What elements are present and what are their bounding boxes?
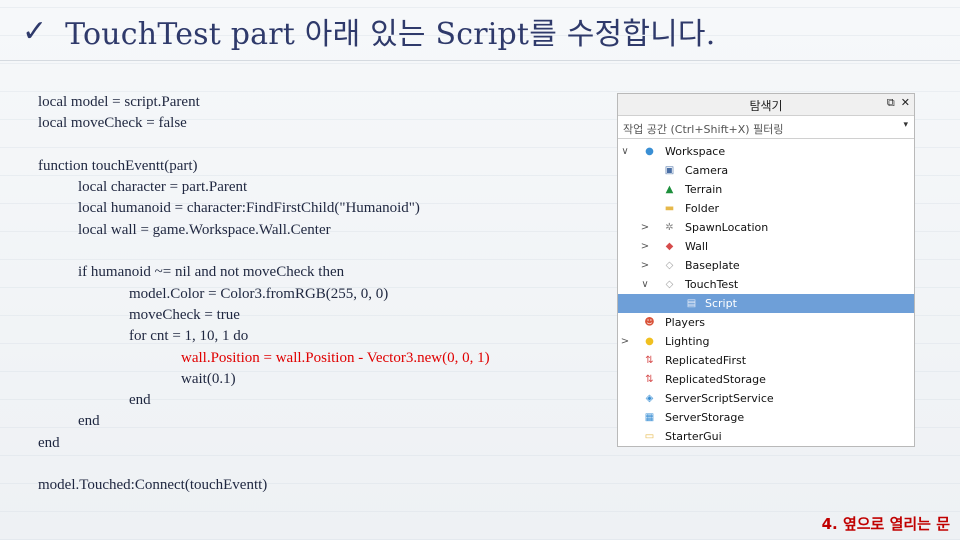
- tree-item-label: ReplicatedFirst: [665, 354, 747, 367]
- explorer-tree: ∨ ● Workspace ▣ Camera ▲ Terrain ▬ Folder > ✲ Spawn…: [618, 139, 914, 446]
- explorer-panel: 탐색기 ⧉ ✕ 작업 공간 (Ctrl+Shift+X) 필터링 ▾ ∨ ● Wor…: [617, 93, 915, 447]
- close-icon[interactable]: ✕: [901, 96, 910, 110]
- tree-item-camera[interactable]: ▣ Camera: [618, 161, 914, 180]
- explorer-title: 탐색기: [749, 99, 783, 113]
- code-line: end: [78, 413, 100, 430]
- tree-item-label: TouchTest: [685, 278, 739, 291]
- title-divider: [0, 60, 960, 61]
- tree-item-startergui[interactable]: ▭ StarterGui: [618, 427, 914, 446]
- code-line: end: [129, 392, 151, 409]
- tree-item-lighting[interactable]: > ● Lighting: [618, 332, 914, 351]
- tree-item-touchtest[interactable]: ∨ ◇ TouchTest: [618, 275, 914, 294]
- code-line: model.Color = Color3.fromRGB(255, 0, 0): [129, 285, 389, 302]
- explorer-titlebar: 탐색기 ⧉ ✕: [618, 94, 914, 116]
- code-line: wall.Position = wall.Position - Vector3.…: [181, 349, 490, 366]
- part-icon: ◇: [665, 259, 674, 271]
- tree-item-label: Baseplate: [685, 259, 740, 272]
- tree-item-label: Wall: [685, 240, 709, 253]
- script-icon: ▤: [686, 297, 697, 309]
- checkmark-icon: ✓: [22, 13, 48, 49]
- model-icon: ◆: [665, 240, 674, 252]
- code-line: wait(0.1): [181, 370, 236, 387]
- tree-item-label: Terrain: [685, 183, 723, 196]
- tree-item-label: StarterGui: [665, 430, 722, 443]
- tree-item-players[interactable]: ☻ Players: [618, 313, 914, 332]
- code-line: local humanoid = character:FindFirstChil…: [78, 200, 420, 217]
- code-line: local moveCheck = false: [38, 115, 187, 132]
- lighting-bulb-icon: ●: [645, 335, 654, 347]
- players-icon: ☻: [644, 316, 655, 328]
- tree-item-label: ServerScriptService: [665, 392, 774, 405]
- tree-item-label: Workspace: [665, 145, 726, 158]
- expand-right-icon[interactable]: >: [640, 241, 650, 252]
- workspace-globe-icon: ●: [645, 145, 654, 157]
- expand-right-icon[interactable]: >: [640, 222, 650, 233]
- filter-placeholder: 작업 공간 (Ctrl+Shift+X) 필터링: [623, 123, 784, 136]
- code-line: for cnt = 1, 10, 1 do: [129, 328, 249, 345]
- terrain-icon: ▲: [665, 183, 674, 195]
- code-line: if humanoid ~= nil and not moveCheck the…: [78, 264, 345, 281]
- tree-item-label: Script: [705, 297, 737, 310]
- tree-item-workspace[interactable]: ∨ ● Workspace: [618, 142, 914, 161]
- tree-item-label: Lighting: [665, 335, 710, 348]
- code-block: local model = script.Parent local moveChe…: [38, 92, 490, 497]
- tree-item-folder[interactable]: ▬ Folder: [618, 199, 914, 218]
- camera-icon: ▣: [664, 164, 675, 176]
- server-script-service-icon: ◈: [645, 392, 654, 404]
- tree-item-terrain[interactable]: ▲ Terrain: [618, 180, 914, 199]
- slide-title-row: ✓ TouchTest part 아래 있는 Script를 수정합니다.: [22, 6, 715, 56]
- tree-item-spawnlocation[interactable]: > ✲ SpawnLocation: [618, 218, 914, 237]
- tree-item-label: SpawnLocation: [685, 221, 769, 234]
- server-storage-icon: ▦: [644, 411, 655, 423]
- tree-item-label: Players: [665, 316, 705, 329]
- explorer-filter-input[interactable]: 작업 공간 (Ctrl+Shift+X) 필터링 ▾: [618, 116, 914, 139]
- code-line: local model = script.Parent: [38, 94, 200, 110]
- expand-right-icon[interactable]: >: [640, 260, 650, 271]
- code-line: end: [38, 434, 60, 451]
- code-line: model.Touched:Connect(touchEventt): [38, 477, 268, 494]
- slide-title: TouchTest part 아래 있는 Script를 수정합니다.: [65, 17, 716, 52]
- starter-gui-icon: ▭: [644, 430, 655, 442]
- code-line: function touchEventt(part): [38, 157, 198, 174]
- expand-down-icon[interactable]: ∨: [620, 146, 630, 157]
- code-line: moveCheck = true: [129, 306, 240, 323]
- tree-item-wall[interactable]: > ◆ Wall: [618, 237, 914, 256]
- tree-item-baseplate[interactable]: > ◇ Baseplate: [618, 256, 914, 275]
- replicated-first-icon: ⇅: [645, 354, 654, 366]
- slide-footer: 4. 옆으로 열리는 문: [821, 515, 950, 533]
- dock-icon[interactable]: ⧉: [887, 96, 895, 110]
- tree-item-script[interactable]: ▤ Script: [618, 294, 914, 313]
- expand-down-icon[interactable]: ∨: [640, 279, 650, 290]
- expand-right-icon[interactable]: >: [620, 336, 630, 347]
- tree-item-serverstorage[interactable]: ▦ ServerStorage: [618, 408, 914, 427]
- tree-item-serverscriptservice[interactable]: ◈ ServerScriptService: [618, 389, 914, 408]
- chevron-down-icon[interactable]: ▾: [903, 120, 908, 130]
- tree-item-replicatedfirst[interactable]: ⇅ ReplicatedFirst: [618, 351, 914, 370]
- tree-item-label: Folder: [685, 202, 719, 215]
- part-icon: ◇: [665, 278, 674, 290]
- tree-item-replicatedstorage[interactable]: ⇅ ReplicatedStorage: [618, 370, 914, 389]
- folder-icon: ▬: [664, 202, 675, 214]
- tree-item-label: ReplicatedStorage: [665, 373, 766, 386]
- tree-item-label: Camera: [685, 164, 729, 177]
- code-line: local wall = game.Workspace.Wall.Center: [78, 221, 331, 238]
- tree-item-label: ServerStorage: [665, 411, 745, 424]
- code-line: local character = part.Parent: [78, 179, 248, 196]
- replicated-storage-icon: ⇅: [645, 373, 654, 385]
- spawn-location-icon: ✲: [665, 221, 674, 233]
